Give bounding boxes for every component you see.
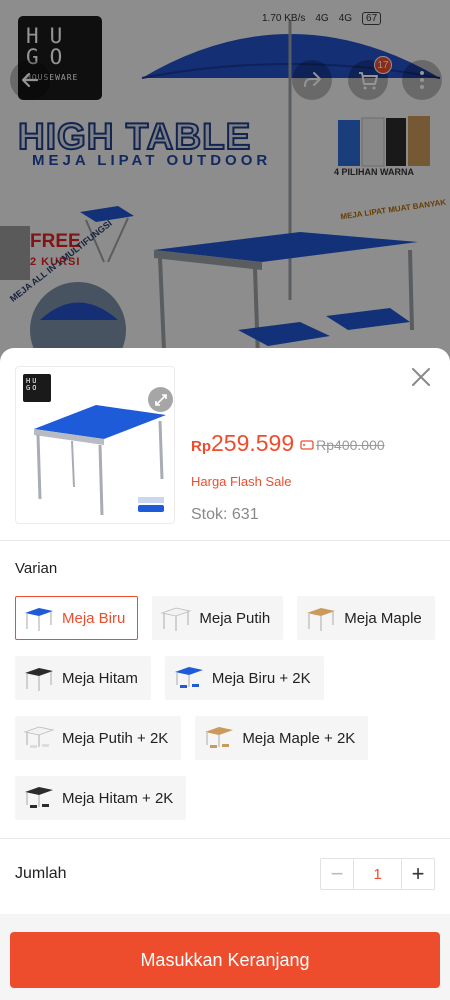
variant-row: Meja Hitam Meja Biru + 2K	[15, 656, 435, 700]
variant-option-meja-hitam[interactable]: Meja Hitam	[15, 656, 151, 700]
variant-thumb	[22, 663, 56, 693]
price-tag-icon	[300, 440, 314, 450]
quantity-input[interactable]: 1	[353, 859, 402, 889]
price-currency: Rp	[191, 438, 211, 455]
variant-label: Meja Biru + 2K	[211, 669, 311, 687]
table-set-thumb-icon	[174, 667, 203, 688]
table-thumb-icon	[307, 608, 336, 631]
flash-sale-label: Harga Flash Sale	[191, 474, 292, 489]
variant-label: Meja Putih + 2K	[62, 729, 169, 747]
table-set-thumb-icon	[25, 787, 53, 808]
image-zoom-button[interactable]	[148, 387, 173, 412]
original-price-text: Rp400.000	[316, 437, 385, 453]
variant-thumb	[159, 603, 193, 633]
current-price: 259.599	[211, 430, 295, 456]
table-set-thumb-icon	[205, 727, 234, 748]
thumb-brand-logo: HU GO	[23, 374, 51, 402]
variant-row: Meja Putih + 2K Meja Maple + 2K	[15, 716, 435, 760]
selected-product-image[interactable]: HU GO	[15, 366, 175, 524]
table-set-thumb-icon	[23, 726, 55, 748]
variant-thumb	[22, 603, 56, 633]
variant-option-meja-putih-2k[interactable]: Meja Putih + 2K	[15, 716, 182, 760]
variant-section-title: Varian	[15, 560, 58, 577]
variant-label: Meja Hitam	[62, 669, 138, 687]
variant-option-meja-biru[interactable]: Meja Biru	[15, 596, 139, 640]
variant-bottom-sheet: HU GO Rp 259.599 Rp400.000 Harga Flash S…	[0, 348, 450, 1000]
price-row: Rp 259.599 Rp400.000	[191, 430, 385, 457]
divider	[0, 838, 450, 839]
quantity-increase-button[interactable]: +	[402, 859, 434, 889]
variant-thumb	[22, 723, 56, 753]
variant-option-meja-hitam-2k[interactable]: Meja Hitam + 2K	[15, 776, 187, 820]
expand-icon	[154, 393, 167, 406]
variant-option-meja-biru-2k[interactable]: Meja Biru + 2K	[164, 656, 324, 700]
variant-option-meja-putih[interactable]: Meja Putih	[152, 596, 284, 640]
divider	[0, 540, 450, 541]
variant-row: Meja Biru Meja Putih Meja Maple	[15, 596, 435, 640]
quantity-stepper: − 1 +	[320, 858, 435, 890]
table-thumb-icon	[160, 607, 192, 631]
variant-thumb	[202, 723, 236, 753]
variant-label: Meja Biru	[62, 609, 126, 627]
table-thumb-icon	[25, 668, 53, 691]
close-icon	[412, 368, 430, 386]
variant-row: Meja Hitam + 2K	[15, 776, 435, 820]
variant-label: Meja Putih	[199, 609, 271, 627]
variant-thumb	[172, 663, 206, 693]
variant-options: Meja Biru Meja Putih Meja Maple Meja Hit…	[15, 596, 435, 836]
quantity-decrease-button[interactable]: −	[321, 859, 353, 889]
variant-thumb	[22, 783, 56, 813]
variant-option-meja-maple[interactable]: Meja Maple	[297, 596, 435, 640]
close-button[interactable]	[408, 364, 434, 390]
add-to-cart-button[interactable]: Masukkan Keranjang	[10, 932, 440, 988]
variant-label: Meja Hitam + 2K	[62, 789, 174, 807]
variant-option-meja-maple-2k[interactable]: Meja Maple + 2K	[195, 716, 369, 760]
stock-count: Stok: 631	[191, 506, 259, 523]
variant-label: Meja Maple	[344, 609, 422, 627]
table-thumb-icon	[25, 608, 53, 631]
original-price: Rp400.000	[300, 437, 385, 453]
variant-thumb	[304, 603, 338, 633]
quantity-label: Jumlah	[15, 865, 67, 882]
variant-label: Meja Maple + 2K	[242, 729, 356, 747]
